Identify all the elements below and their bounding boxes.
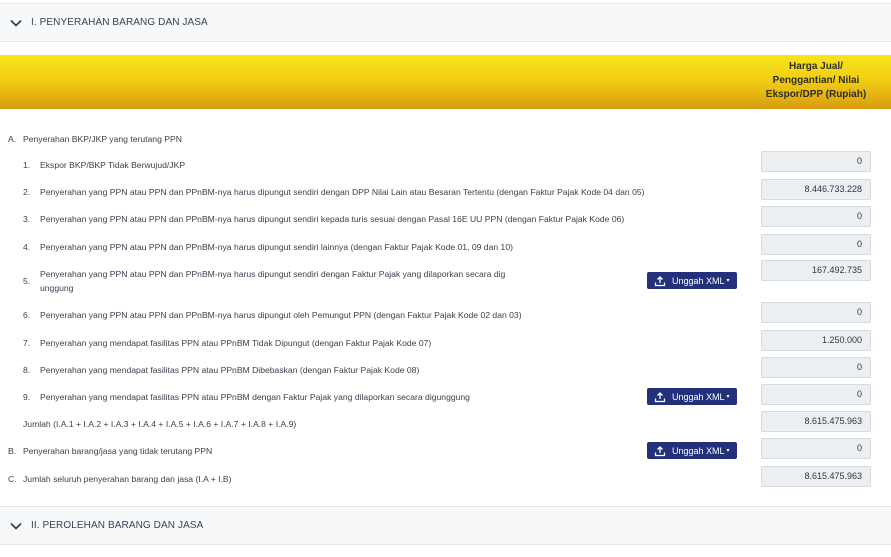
row-5-number: 5. bbox=[23, 276, 31, 286]
upload-xml-button-row-5[interactable]: Unggah XML ▾ bbox=[647, 272, 737, 289]
row-8-number: 8. bbox=[23, 365, 31, 375]
table-header-band: Harga Jual/ Penggantian/ Nilai Ekspor/DP… bbox=[0, 55, 891, 109]
upload-icon bbox=[654, 445, 666, 457]
upload-icon bbox=[654, 275, 666, 287]
jumlah-value-field[interactable]: 8.615.475.963 bbox=[761, 411, 871, 432]
row-6-label: Penyerahan yang PPN atau PPN dan PPnBM-n… bbox=[40, 310, 522, 320]
row-7-number: 7. bbox=[23, 338, 31, 348]
group-b-value-field[interactable]: 0 bbox=[761, 438, 871, 459]
row-2-value-field[interactable]: 8.446.733.228 bbox=[761, 179, 871, 200]
section-title: I. PENYERAHAN BARANG DAN JASA bbox=[31, 17, 208, 28]
column-header-line: Ekspor/DPP (Rupiah) bbox=[765, 89, 867, 100]
row-3-label: Penyerahan yang PPN atau PPN dan PPnBM-n… bbox=[40, 214, 625, 224]
group-b-label: Penyerahan barang/jasa yang tidak teruta… bbox=[23, 446, 213, 456]
row-6-value-field[interactable]: 0 bbox=[761, 302, 871, 323]
upload-icon bbox=[654, 391, 666, 403]
row-7-value-field[interactable]: 1.250.000 bbox=[761, 330, 871, 351]
group-c-value-field[interactable]: 8.615.475.963 bbox=[761, 466, 871, 487]
group-c-label: Jumlah seluruh penyerahan barang dan jas… bbox=[23, 474, 232, 484]
row-1-label: Ekspor BKP/BKP Tidak Berwujud/JKP bbox=[40, 160, 186, 170]
caret-down-icon: ▾ bbox=[726, 394, 730, 400]
row-5-label: Penyerahan yang PPN atau PPN dan PPnBM-n… bbox=[40, 269, 506, 279]
column-header-line: Penggantian/ Nilai bbox=[772, 75, 860, 86]
row-9-value-field[interactable]: 0 bbox=[761, 384, 871, 405]
row-4-label: Penyerahan yang PPN atau PPN dan PPnBM-n… bbox=[40, 242, 513, 252]
column-header-harga-jual: Harga Jual/ Penggantian/ Nilai Ekspor/DP… bbox=[755, 60, 877, 102]
upload-button-label: Unggah XML bbox=[672, 445, 725, 456]
row-3-value-field[interactable]: 0 bbox=[761, 206, 871, 227]
section-title: II. PEROLEHAN BARANG DAN JASA bbox=[31, 520, 204, 531]
group-c-number: C. bbox=[8, 474, 17, 484]
row-1-value-field[interactable]: 0 bbox=[761, 151, 871, 172]
row-5-label-cont: unggung bbox=[40, 283, 74, 293]
row-2-number: 2. bbox=[23, 187, 31, 197]
upload-button-label: Unggah XML bbox=[672, 391, 725, 402]
row-8-label: Penyerahan yang mendapat fasilitas PPN a… bbox=[40, 365, 420, 375]
group-b-number: B. bbox=[8, 446, 17, 456]
row-9-label: Penyerahan yang mendapat fasilitas PPN a… bbox=[40, 392, 470, 402]
row-8-value-field[interactable]: 0 bbox=[761, 357, 871, 378]
caret-down-icon: ▾ bbox=[726, 448, 730, 454]
chevron-down-icon bbox=[9, 519, 23, 533]
row-4-value-field[interactable]: 0 bbox=[761, 234, 871, 255]
row-1-number: 1. bbox=[23, 160, 31, 170]
column-header-line: Harga Jual/ bbox=[789, 61, 843, 72]
jumlah-label: Jumlah (I.A.1 + I.A.2 + I.A.3 + I.A.4 + … bbox=[23, 419, 297, 429]
row-2-label: Penyerahan yang PPN atau PPN dan PPnBM-n… bbox=[40, 187, 645, 197]
group-a-label: Penyerahan BKP/JKP yang terutang PPN bbox=[23, 134, 182, 144]
upload-xml-button-group-b[interactable]: Unggah XML ▾ bbox=[647, 442, 737, 459]
caret-down-icon: ▾ bbox=[726, 278, 730, 284]
row-5-value-field[interactable]: 167.492.735 bbox=[761, 260, 871, 281]
row-4-number: 4. bbox=[23, 242, 31, 252]
upload-xml-button-row-9[interactable]: Unggah XML ▾ bbox=[647, 388, 737, 405]
section-header-penyerahan[interactable]: I. PENYERAHAN BARANG DAN JASA bbox=[0, 3, 891, 42]
row-6-number: 6. bbox=[23, 310, 31, 320]
upload-button-label: Unggah XML bbox=[672, 275, 725, 286]
row-9-number: 9. bbox=[23, 392, 31, 402]
group-a-number: A. bbox=[8, 134, 17, 144]
row-3-number: 3. bbox=[23, 214, 31, 224]
chevron-down-icon bbox=[9, 16, 23, 30]
section-header-perolehan[interactable]: II. PEROLEHAN BARANG DAN JASA bbox=[0, 506, 891, 545]
row-7-label: Penyerahan yang mendapat fasilitas PPN a… bbox=[40, 338, 432, 348]
